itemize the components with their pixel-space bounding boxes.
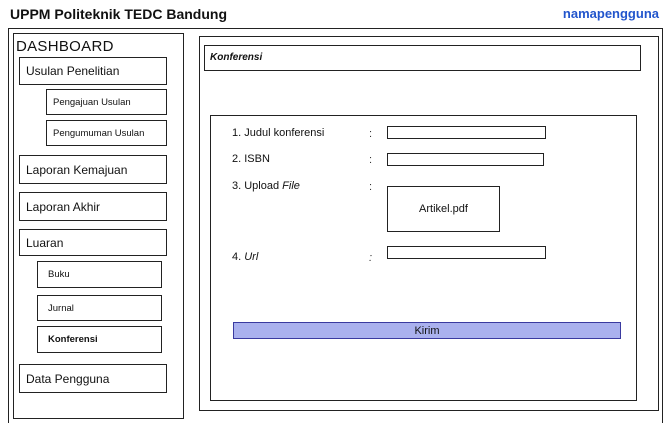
- sidebar-item-label: Laporan Akhir: [26, 199, 101, 214]
- sidebar-item-label: Usulan Penelitian: [26, 64, 120, 78]
- kirim-button[interactable]: Kirim: [233, 322, 621, 339]
- username-label[interactable]: namapengguna: [563, 6, 659, 21]
- sidebar-item-label: Konferensi: [48, 334, 98, 345]
- isbn-label: 2. ISBN: [232, 153, 270, 165]
- sidebar-item-konferensi[interactable]: Konferensi: [37, 326, 162, 353]
- judul-label: 1. Judul konferensi: [232, 127, 325, 139]
- sidebar-item-pengumuman-usulan[interactable]: Pengumuman Usulan: [46, 120, 167, 146]
- sidebar-item-label: Luaran: [26, 235, 64, 250]
- url-input[interactable]: [387, 246, 546, 259]
- sidebar-item-usulan-penelitian[interactable]: Usulan Penelitian: [19, 57, 167, 85]
- judul-colon: :: [369, 128, 373, 140]
- sidebar-item-jurnal[interactable]: Jurnal: [37, 295, 162, 321]
- upload-label: 3. Upload File: [232, 180, 300, 192]
- app-title: UPPM Politeknik TEDC Bandung: [10, 6, 228, 22]
- url-colon: :: [369, 252, 373, 264]
- sidebar-item-label: Jurnal: [48, 302, 74, 314]
- sidebar-item-label: Buku: [48, 269, 70, 280]
- url-label-em: Url: [244, 251, 259, 263]
- sidebar-item-label: Pengajuan Usulan: [53, 96, 131, 108]
- sidebar-item-pengajuan-usulan[interactable]: Pengajuan Usulan: [46, 89, 167, 115]
- isbn-colon: :: [369, 154, 373, 166]
- page-title: Konferensi: [204, 45, 641, 71]
- isbn-input[interactable]: [387, 153, 544, 166]
- sidebar-item-laporan-kemajuan[interactable]: Laporan Kemajuan: [19, 155, 167, 184]
- file-upload-box[interactable]: Artikel.pdf: [387, 186, 500, 232]
- sidebar-item-data-pengguna[interactable]: Data Pengguna: [19, 364, 167, 393]
- upload-colon: :: [369, 181, 373, 193]
- sidebar-item-laporan-akhir[interactable]: Laporan Akhir: [19, 192, 167, 221]
- sidebar-item-label: Laporan Kemajuan: [26, 162, 128, 177]
- file-name: Artikel.pdf: [419, 203, 468, 215]
- sidebar-item-luaran[interactable]: Luaran: [19, 229, 167, 256]
- dashboard-heading[interactable]: DASHBOARD: [16, 38, 114, 55]
- upload-label-em: File: [282, 180, 300, 192]
- sidebar-item-label: Data Pengguna: [26, 371, 110, 386]
- sidebar-item-label: Pengumuman Usulan: [53, 127, 145, 139]
- url-label: 4. Url: [232, 251, 258, 263]
- upload-label-text: 3. Upload: [232, 180, 283, 192]
- url-label-text: 4.: [232, 251, 245, 263]
- judul-konferensi-input[interactable]: [387, 126, 546, 139]
- sidebar-item-buku[interactable]: Buku: [37, 261, 162, 288]
